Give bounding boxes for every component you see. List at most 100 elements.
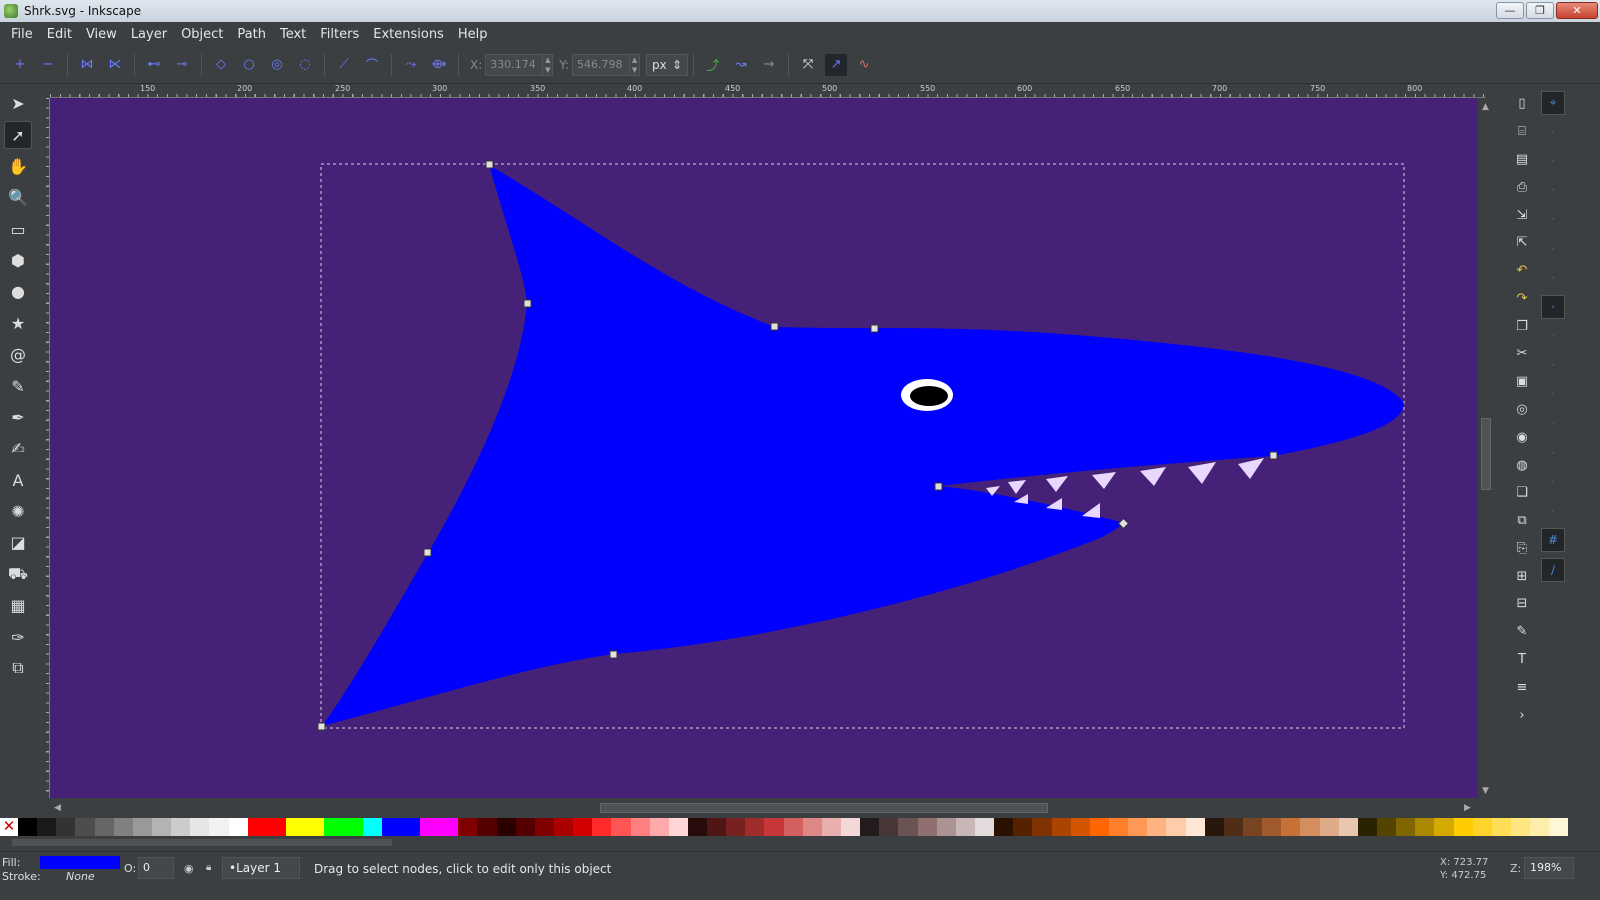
color-swatch[interactable] [1128,818,1148,836]
color-swatch[interactable] [936,818,956,836]
color-swatch[interactable] [1357,818,1377,836]
menu-extensions[interactable]: Extensions [366,27,451,42]
ungroup-icon[interactable]: ⊟ [1511,593,1533,615]
spray-tool-icon[interactable]: ✺ [4,498,32,526]
color-swatch[interactable] [821,818,842,836]
eraser-tool-icon[interactable]: ◪ [4,529,32,557]
vertical-scrollbar[interactable]: ▲ ▼ [1478,98,1494,800]
dropper-tool-icon[interactable]: ✑ [4,623,32,651]
zoom-page-icon[interactable]: ◍ [1511,454,1533,476]
vertical-ruler[interactable] [36,98,50,798]
cut-icon[interactable]: ✂ [1511,343,1533,365]
snap-nodes-icon[interactable]: · [1541,266,1565,290]
color-swatch[interactable] [1472,818,1492,836]
color-swatch[interactable] [802,818,822,836]
scroll-down-icon[interactable]: ▼ [1482,786,1489,796]
zoom-field[interactable]: 198% [1524,857,1574,879]
color-swatch[interactable] [611,818,631,836]
snap-bbox-edge-icon[interactable]: · [1541,149,1565,173]
eye-icon[interactable]: ◉ [184,862,194,875]
zoom-tool-icon[interactable]: 🔍 [4,184,32,212]
palette-scrollbar[interactable] [0,838,1568,848]
paint-bucket-tool-icon[interactable]: ⛟ [4,560,32,588]
path-node[interactable] [1269,451,1278,460]
snap-path-icon[interactable]: · [1541,294,1565,319]
y-coordinate-field[interactable]: 546.798 [572,53,631,76]
color-swatch[interactable] [1549,818,1569,836]
maximize-button[interactable]: ❐ [1526,2,1554,19]
show-transform-handles-icon[interactable]: ⤧ [797,54,819,76]
drawing-svg[interactable] [50,98,1478,798]
zoom-selection-icon[interactable]: ◎ [1511,398,1533,420]
connector-tool-icon[interactable]: ⧉ [4,654,32,682]
color-swatch[interactable] [745,818,765,836]
color-swatch[interactable] [879,818,899,836]
delete-node-icon[interactable]: − [37,54,59,76]
color-swatch[interactable] [1415,818,1435,836]
color-swatch[interactable] [592,818,612,836]
path-node[interactable] [870,324,879,333]
snap-toggle-icon[interactable]: ⌖ [1541,90,1565,115]
opacity-field[interactable]: 0 [138,857,174,879]
color-swatch[interactable] [1166,818,1186,836]
tweak-tool-icon[interactable]: ✋ [4,152,32,180]
redo-icon[interactable]: ↷ [1511,287,1533,309]
color-swatch[interactable] [132,818,152,836]
snap-smooth-icon[interactable]: · [1541,382,1565,406]
scroll-left-icon[interactable]: ◀ [54,803,61,813]
stroke-indicator[interactable]: None [66,870,95,883]
show-mask-icon[interactable]: ↝ [730,54,752,76]
gradient-tool-icon[interactable]: ▦ [4,592,32,620]
color-swatch[interactable] [1185,818,1205,836]
x-coordinate-field[interactable]: 330.174 [485,53,544,76]
color-swatch[interactable] [1281,818,1301,836]
save-icon[interactable]: ▤ [1511,148,1533,170]
color-swatch[interactable] [477,818,497,836]
insert-node-icon[interactable]: + [9,54,31,76]
menu-file[interactable]: File [4,27,40,42]
color-swatch[interactable] [534,818,554,836]
color-swatch[interactable] [783,818,803,836]
selector-tool-icon[interactable]: ➤ [4,90,32,118]
show-handles-icon[interactable]: ↗ [825,53,848,76]
x-spinner[interactable]: ▲ ▼ [543,53,554,76]
clone-icon[interactable]: ⧉ [1511,510,1533,532]
drawing-canvas[interactable] [50,98,1478,798]
color-swatch[interactable] [1319,818,1339,836]
object-to-path-icon[interactable]: ⤳ [400,54,422,76]
color-swatch[interactable] [1013,818,1033,836]
color-swatch[interactable] [1109,818,1129,836]
color-swatch[interactable] [171,818,191,836]
color-swatch[interactable] [898,818,918,836]
expand-icon[interactable]: › [1511,704,1533,726]
stroke-to-path-icon[interactable]: ⟴ [428,54,450,76]
color-swatch[interactable] [324,818,344,836]
path-node[interactable] [317,722,326,731]
color-swatch[interactable] [1204,818,1224,836]
fill-indicator[interactable] [40,856,120,869]
color-swatch[interactable] [707,818,727,836]
rectangle-tool-icon[interactable]: ▭ [4,215,32,243]
color-swatch[interactable] [841,818,861,836]
color-swatch[interactable] [1453,818,1473,836]
node-cusp-icon[interactable]: ◇ [210,54,232,76]
open-icon[interactable]: ⌸ [1511,121,1533,143]
color-swatch[interactable] [190,818,210,836]
node-symmetric-icon[interactable]: ◎ [266,54,288,76]
color-swatch[interactable] [56,818,76,836]
color-swatch[interactable] [764,818,784,836]
break-path-icon[interactable]: ⋉ [104,54,126,76]
snap-bbox-midpoint-icon[interactable]: · [1541,207,1565,231]
color-swatch[interactable] [1338,818,1358,836]
layer-select[interactable]: •Layer 1 [222,857,300,879]
3d-box-tool-icon[interactable]: ⬢ [4,247,32,275]
calligraphy-tool-icon[interactable]: ✍ [4,435,32,463]
show-path-effects-icon[interactable]: ⇝ [758,54,780,76]
delete-segment-icon[interactable]: ⊸ [171,54,193,76]
copy-icon[interactable]: ❐ [1511,315,1533,337]
color-swatch[interactable] [381,818,401,836]
vertical-scroll-thumb[interactable] [1481,418,1491,490]
zoom-drawing-icon[interactable]: ◉ [1511,426,1533,448]
color-swatch[interactable] [1089,818,1110,836]
close-button[interactable]: ✕ [1556,2,1598,19]
